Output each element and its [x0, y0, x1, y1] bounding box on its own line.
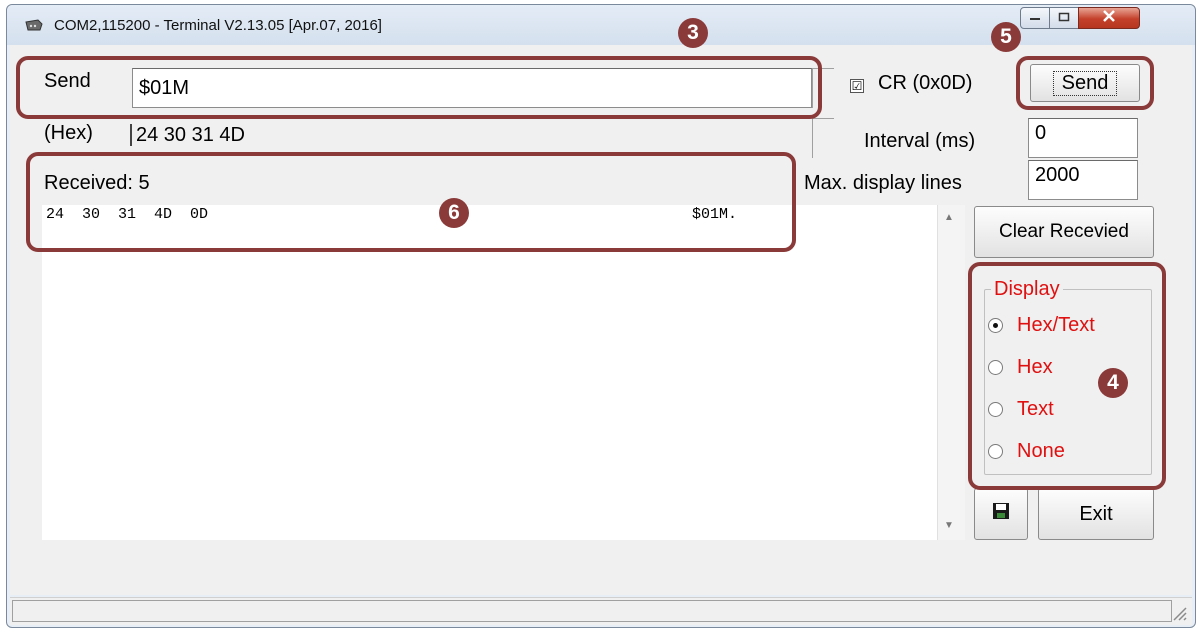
annotation-box-send-input	[16, 56, 822, 119]
annotation-box-received	[26, 152, 796, 252]
scroll-down-icon[interactable]: ▼	[944, 520, 954, 531]
clear-received-button[interactable]: Clear Recevied	[974, 206, 1154, 258]
annotation-badge-4: 4	[1098, 368, 1128, 398]
maximize-button[interactable]	[1049, 7, 1079, 29]
annotation-badge-5: 5	[991, 22, 1021, 52]
close-icon	[1102, 9, 1116, 27]
window-title: COM2,115200 - Terminal V2.13.05 [Apr.07,…	[54, 17, 382, 34]
received-output[interactable]	[42, 205, 937, 540]
minimize-button[interactable]	[1020, 7, 1050, 29]
annotation-badge-3: 3	[678, 18, 708, 48]
hex-label: (Hex)	[44, 122, 93, 144]
interval-input[interactable]: 0	[1028, 118, 1138, 158]
save-button[interactable]	[974, 488, 1028, 540]
scroll-up-icon[interactable]: ▲	[944, 212, 954, 223]
vertical-scrollbar[interactable]	[937, 205, 965, 540]
serial-port-icon	[24, 18, 44, 32]
hex-field-end	[812, 118, 834, 158]
hex-value: 24 30 31 4D	[136, 124, 245, 146]
interval-label: Interval (ms)	[864, 130, 976, 152]
floppy-disk-icon	[992, 502, 1010, 526]
exit-button[interactable]: Exit	[1038, 488, 1154, 540]
cr-checkbox[interactable]: ☑	[850, 79, 864, 93]
close-button[interactable]	[1078, 7, 1140, 29]
annotation-box-display	[968, 262, 1166, 490]
text-cursor	[130, 124, 132, 146]
max-lines-input[interactable]: 2000	[1028, 160, 1138, 200]
resize-grip-icon[interactable]	[1170, 604, 1188, 622]
max-lines-label: Max. display lines	[804, 172, 962, 194]
minimize-icon	[1029, 9, 1041, 27]
maximize-icon	[1058, 9, 1070, 27]
annotation-box-send-button	[1016, 56, 1154, 110]
cr-label: CR (0x0D)	[878, 72, 973, 94]
status-field	[12, 600, 1172, 622]
annotation-badge-6: 6	[439, 198, 469, 228]
